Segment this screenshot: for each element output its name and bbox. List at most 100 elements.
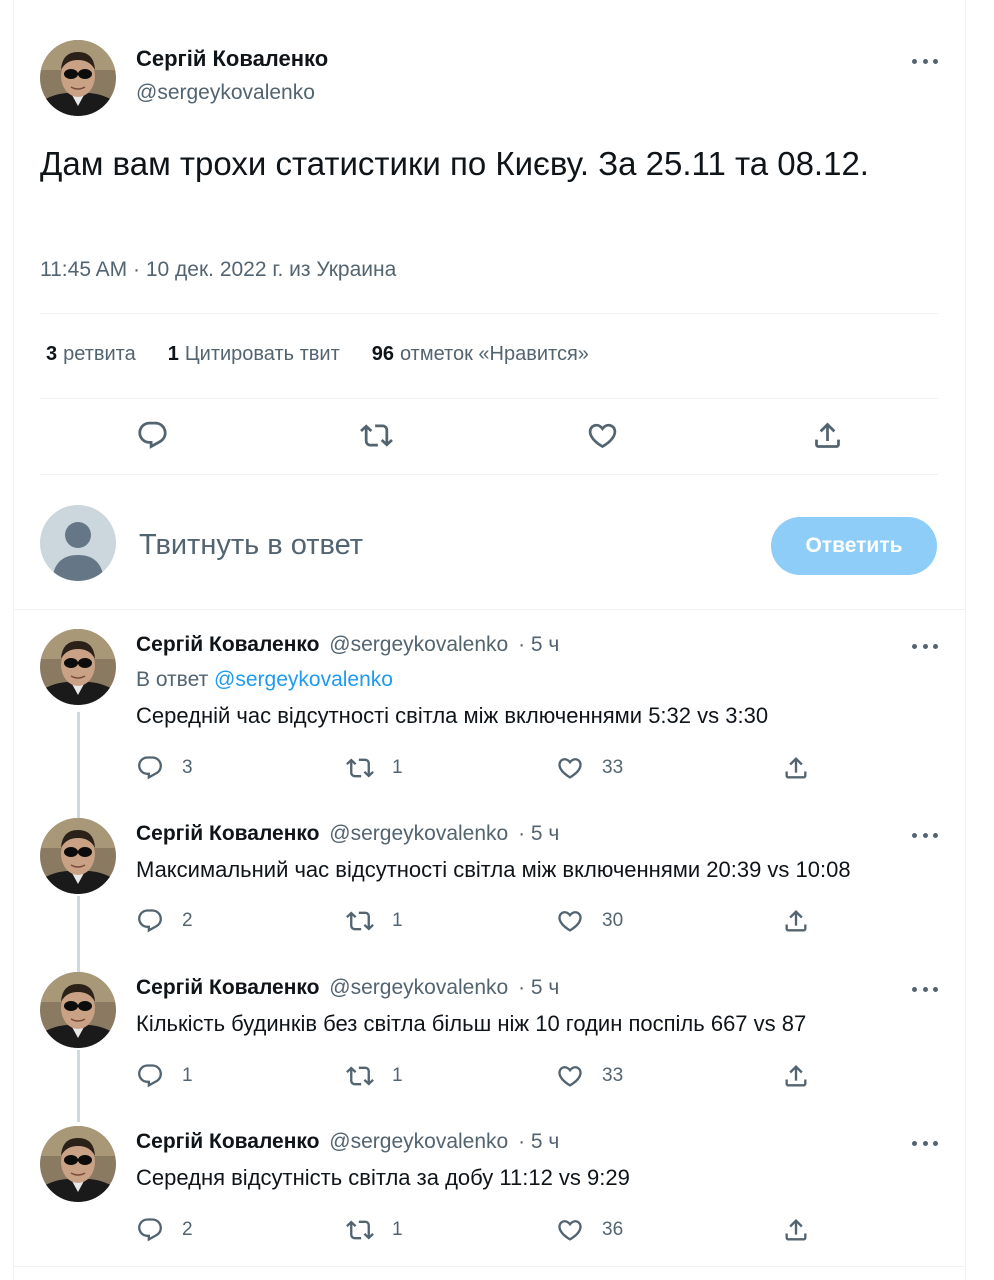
retweet-button[interactable] <box>360 419 393 452</box>
reply-icon <box>136 907 164 935</box>
tweet-stats: 3 ретвита 1 Цитировать твит 96 отметок «Нра… <box>46 343 621 366</box>
replying-to-label: В ответ <box>136 668 209 691</box>
reply-time[interactable]: · 5 ч <box>518 633 559 656</box>
reply-time[interactable]: · 5 ч <box>518 822 559 845</box>
retweet-icon <box>346 1216 374 1244</box>
like-count: 33 <box>602 757 624 778</box>
retweet-count: 1 <box>392 1219 403 1240</box>
retweet-button[interactable]: 1 <box>346 754 403 782</box>
reply-time[interactable]: · 5 ч <box>518 1130 559 1153</box>
reply-author-avatar[interactable] <box>40 972 116 1048</box>
reply-button[interactable]: 3 <box>136 754 193 782</box>
reply-input[interactable]: Твитнуть в ответ <box>139 529 363 562</box>
like-count: 30 <box>602 910 624 931</box>
retweet-icon <box>346 754 374 782</box>
more-options-icon[interactable] <box>912 57 938 65</box>
share-icon <box>782 1216 810 1244</box>
default-user-icon <box>52 522 104 581</box>
retweets-count: 3 <box>46 343 58 365</box>
reply-text: Максимальний час відсутності світла між … <box>136 857 851 882</box>
more-options-icon[interactable] <box>912 985 938 993</box>
retweet-button[interactable]: 1 <box>346 1062 403 1090</box>
divider <box>13 1266 966 1267</box>
retweet-icon <box>360 419 393 452</box>
reply-time[interactable]: · 5 ч <box>518 976 559 999</box>
submit-reply-button[interactable]: Ответить <box>771 517 937 575</box>
likes-label: отметок «Нравится» <box>400 343 589 365</box>
thread-connector <box>77 1050 80 1122</box>
retweet-count: 1 <box>392 1065 403 1086</box>
replying-to-mention[interactable]: @sergeykovalenko <box>214 668 393 691</box>
reply-icon <box>136 1062 164 1090</box>
reply-button[interactable]: 2 <box>136 907 193 935</box>
reply-header: Сергій Коваленко @sergeykovalenko · 5 ч <box>136 976 559 1000</box>
reply-author-handle[interactable]: @sergeykovalenko <box>329 822 508 845</box>
reply-count: 2 <box>182 910 193 931</box>
reply-author-handle[interactable]: @sergeykovalenko <box>329 1130 508 1153</box>
reply-author-handle[interactable]: @sergeykovalenko <box>329 633 508 656</box>
reply-header: Сергій Коваленко @sergeykovalenko · 5 ч <box>136 1130 559 1154</box>
likes-count: 96 <box>371 343 394 365</box>
divider <box>13 609 966 610</box>
reply-icon <box>136 754 164 782</box>
reply-author-name[interactable]: Сергій Коваленко <box>136 976 319 999</box>
reply-button[interactable]: 2 <box>136 1216 193 1244</box>
author-name[interactable]: Сергій Коваленко <box>136 46 328 72</box>
share-button[interactable] <box>782 907 810 935</box>
like-button[interactable] <box>586 419 619 452</box>
retweet-icon <box>346 907 374 935</box>
heart-icon <box>586 419 619 452</box>
share-button[interactable] <box>782 1062 810 1090</box>
heart-icon <box>556 907 584 935</box>
author-handle[interactable]: @sergeykovalenko <box>136 81 315 105</box>
reply-author-avatar[interactable] <box>40 1126 116 1202</box>
reply-button[interactable] <box>136 419 169 452</box>
share-icon <box>782 754 810 782</box>
reply-text: Кількість будинків без світла більш ніж … <box>136 1011 807 1036</box>
like-count: 33 <box>602 1065 624 1086</box>
heart-icon <box>556 754 584 782</box>
quotes-count: 1 <box>167 343 179 365</box>
reply-button[interactable]: 1 <box>136 1062 193 1090</box>
like-button[interactable]: 30 <box>556 907 623 935</box>
reply-count: 3 <box>182 757 193 778</box>
retweet-count: 1 <box>392 910 403 931</box>
thread-connector <box>77 896 80 976</box>
more-options-icon[interactable] <box>912 831 938 839</box>
divider <box>40 474 938 475</box>
more-options-icon[interactable] <box>912 1139 938 1147</box>
share-button[interactable] <box>782 1216 810 1244</box>
reply-count: 1 <box>182 1065 193 1086</box>
reply-author-avatar[interactable] <box>40 818 116 894</box>
quotes-stat[interactable]: 1 Цитировать твит <box>168 343 340 366</box>
retweets-stat[interactable]: 3 ретвита <box>46 343 136 366</box>
reply-author-name[interactable]: Сергій Коваленко <box>136 1130 319 1153</box>
retweet-button[interactable]: 1 <box>346 1216 403 1244</box>
share-button[interactable] <box>782 754 810 782</box>
like-button[interactable]: 36 <box>556 1216 623 1244</box>
reply-author-avatar[interactable] <box>40 629 116 705</box>
retweet-count: 1 <box>392 757 403 778</box>
reply-header: Сергій Коваленко @sergeykovalenko · 5 ч <box>136 633 559 657</box>
reply-icon <box>136 1216 164 1244</box>
replying-to: В ответ @sergeykovalenko <box>136 668 393 692</box>
reply-header: Сергій Коваленко @sergeykovalenko · 5 ч <box>136 822 559 846</box>
likes-stat[interactable]: 96 отметок «Нравится» <box>372 343 589 366</box>
tweet-timestamp[interactable]: 11:45 AM · 10 дек. 2022 г. из Украина <box>40 258 396 282</box>
reply-text: Середній час відсутності світла між вклю… <box>136 703 769 728</box>
quotes-label: Цитировать твит <box>184 343 340 365</box>
reply-icon <box>136 419 169 452</box>
reply-author-name[interactable]: Сергій Коваленко <box>136 633 319 656</box>
thread-connector <box>77 712 80 820</box>
like-button[interactable]: 33 <box>556 1062 623 1090</box>
author-avatar[interactable] <box>40 40 116 116</box>
more-options-icon[interactable] <box>912 642 938 650</box>
heart-icon <box>556 1216 584 1244</box>
reply-author-name[interactable]: Сергій Коваленко <box>136 822 319 845</box>
user-avatar-placeholder <box>40 505 116 581</box>
retweet-button[interactable]: 1 <box>346 907 403 935</box>
like-button[interactable]: 33 <box>556 754 623 782</box>
reply-author-handle[interactable]: @sergeykovalenko <box>329 976 508 999</box>
share-icon <box>811 419 844 452</box>
share-button[interactable] <box>811 419 844 452</box>
